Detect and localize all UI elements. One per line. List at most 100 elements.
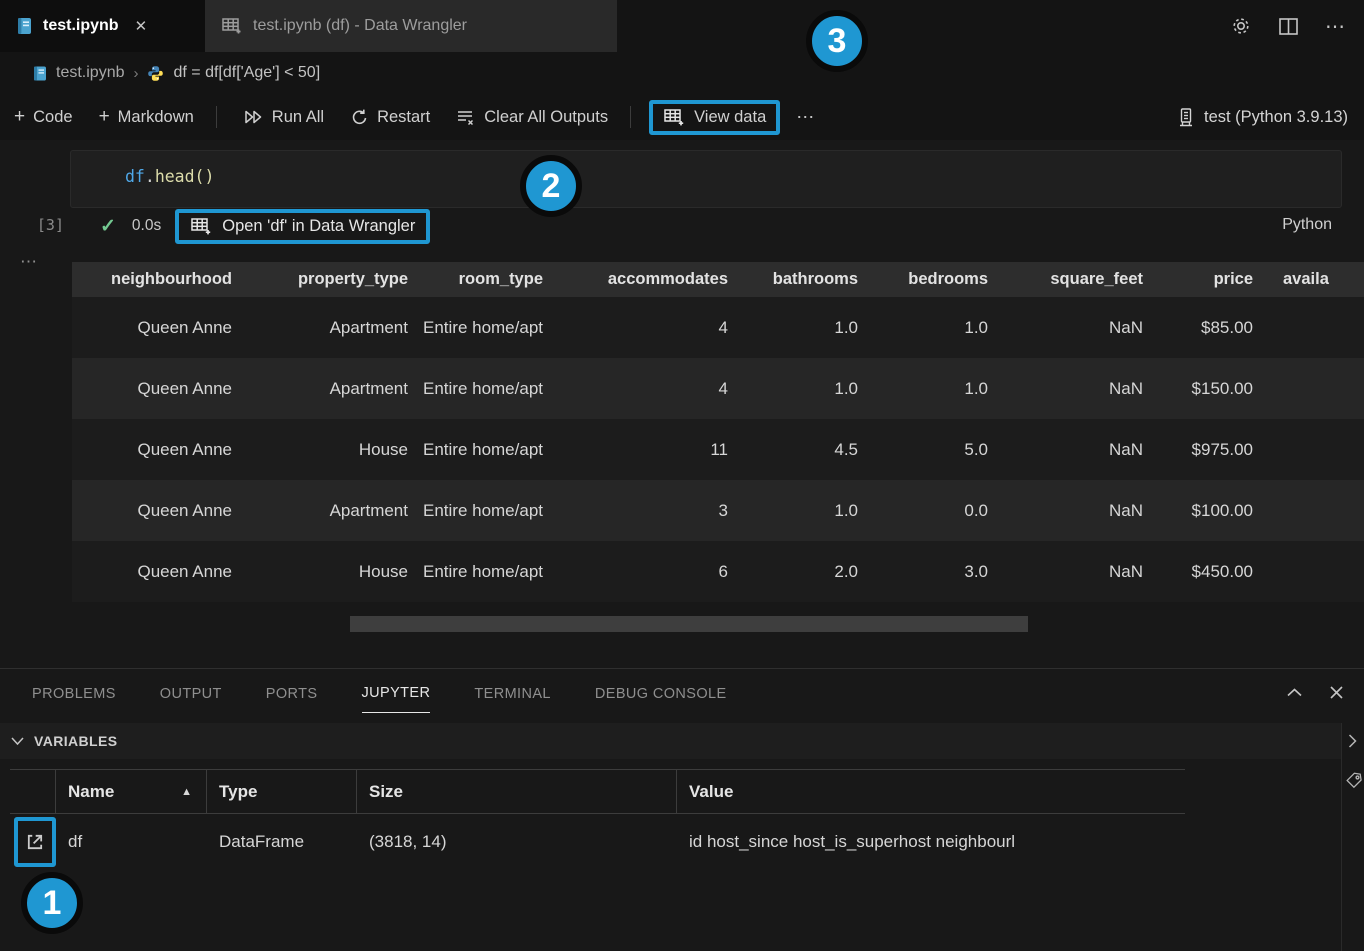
callout-step-3: 3	[806, 10, 868, 72]
split-editor-icon[interactable]	[1278, 17, 1299, 36]
output-table-cell: NaN	[1000, 316, 1155, 339]
add-markdown-label: Markdown	[118, 108, 194, 127]
column-header-type[interactable]: Type	[207, 770, 357, 813]
variable-size: (3818, 14)	[357, 814, 677, 870]
output-table-cell: Entire home/apt	[420, 377, 555, 400]
clear-all-outputs-label: Clear All Outputs	[484, 108, 608, 127]
breadcrumb-cell-code[interactable]: df = df[df['Age'] < 50]	[173, 64, 320, 82]
view-data-button[interactable]: View data	[649, 100, 780, 135]
variable-name: df	[56, 814, 207, 870]
column-header-name[interactable]: Name ▲	[56, 770, 207, 813]
cell-status-bar: ✓ 0.0s Open 'df' in Data Wrangler	[70, 204, 1342, 248]
code-cell[interactable]: df.head()	[70, 150, 1342, 208]
panel-tab-terminal[interactable]: TERMINAL	[474, 673, 551, 713]
data-wrangler-icon	[663, 107, 686, 128]
output-column-header: room_type	[420, 268, 555, 291]
tag-icon[interactable]	[1344, 771, 1364, 791]
restart-icon	[350, 108, 369, 127]
clear-all-outputs-button[interactable]: Clear All Outputs	[456, 108, 608, 127]
variable-value: id host_since host_is_superhost neighbou…	[677, 814, 1185, 870]
restart-label: Restart	[377, 108, 430, 127]
output-table-row: Queen AnneApartmentEntire home/apt31.00.…	[72, 480, 1364, 541]
column-header-value[interactable]: Value	[677, 770, 1185, 813]
chevron-up-icon[interactable]	[1286, 687, 1303, 698]
output-table-cell: 1.0	[870, 377, 1000, 400]
output-table-row: Queen AnneHouseEntire home/apt114.55.0Na…	[72, 419, 1364, 480]
panel-tab-jupyter[interactable]: JUPYTER	[362, 672, 431, 713]
kernel-picker[interactable]: test (Python 3.9.13)	[1177, 94, 1348, 140]
toolbar-separator	[630, 106, 631, 128]
output-table-cell: Apartment	[244, 499, 420, 522]
panel-tab-ports[interactable]: PORTS	[266, 673, 318, 713]
output-table-cell: $450.00	[1155, 560, 1265, 583]
output-table-cell: 1.0	[740, 377, 870, 400]
output-table-cell: Entire home/apt	[420, 499, 555, 522]
variable-row-df[interactable]: df DataFrame (3818, 14) id host_since ho…	[10, 814, 1185, 870]
output-column-header: availa	[1265, 268, 1364, 291]
output-table-cell: 4	[555, 316, 740, 339]
panel-tab-problems[interactable]: PROBLEMS	[32, 673, 116, 713]
code-token-dot: .	[145, 167, 155, 186]
add-code-cell-button[interactable]: + Code	[14, 106, 73, 128]
output-table-cell: Queen Anne	[72, 316, 244, 339]
panel-actions	[1286, 669, 1344, 716]
output-table-cell: $100.00	[1155, 499, 1265, 522]
plus-icon: +	[14, 106, 25, 128]
data-wrangler-icon	[190, 216, 213, 237]
panel-tab-output[interactable]: OUTPUT	[160, 673, 222, 713]
window-actions: ⋯	[1230, 0, 1346, 52]
add-markdown-cell-button[interactable]: + Markdown	[99, 106, 194, 128]
output-table-cell: Apartment	[244, 377, 420, 400]
add-code-label: Code	[33, 108, 72, 127]
success-check-icon: ✓	[100, 215, 116, 238]
more-actions-icon[interactable]: ⋯	[796, 107, 815, 128]
cell-code[interactable]: df.head()	[125, 167, 214, 186]
tab-data-wrangler[interactable]: test.ipynb (df) - Data Wrangler	[205, 0, 617, 52]
cell-language-picker[interactable]: Python	[1282, 216, 1332, 234]
close-icon[interactable]	[1329, 685, 1344, 700]
output-options-icon[interactable]: ⋯	[20, 252, 39, 272]
restart-button[interactable]: Restart	[350, 108, 430, 127]
open-variable-in-data-wrangler-button[interactable]	[14, 817, 56, 867]
notebook-icon	[16, 17, 33, 35]
horizontal-scrollbar[interactable]	[350, 616, 1028, 632]
chevron-right-icon[interactable]	[1347, 733, 1364, 749]
output-table-cell: $975.00	[1155, 438, 1265, 461]
panel-tab-debug-console[interactable]: DEBUG CONSOLE	[595, 673, 727, 713]
output-table-cell: NaN	[1000, 438, 1155, 461]
notebook-editor: [3] df.head() ✓ 0.0s Open 'df' in Data W…	[0, 140, 1364, 668]
toolbar-separator	[216, 106, 217, 128]
execution-time: 0.0s	[132, 217, 161, 235]
breadcrumb-file[interactable]: test.ipynb	[56, 64, 124, 82]
output-table-cell: Apartment	[244, 316, 420, 339]
open-in-new-icon	[24, 831, 46, 853]
output-table-cell: $85.00	[1155, 316, 1265, 339]
run-all-label: Run All	[272, 108, 324, 127]
clear-all-outputs-icon	[456, 108, 476, 127]
variables-header-spacer	[10, 770, 56, 813]
variables-grid-header: Name ▲ Type Size Value	[10, 769, 1185, 814]
column-header-size[interactable]: Size	[357, 770, 677, 813]
output-table-cell: 5.0	[870, 438, 1000, 461]
more-icon[interactable]: ⋯	[1325, 14, 1346, 39]
output-table-cell: 6	[555, 560, 740, 583]
tab-test-ipynb[interactable]: test.ipynb ✕	[0, 0, 205, 52]
panel-side-rail	[1341, 723, 1364, 951]
column-header-type-label: Type	[219, 782, 257, 802]
open-in-data-wrangler-button[interactable]: Open 'df' in Data Wrangler	[175, 209, 430, 244]
output-table-row: Queen AnneHouseEntire home/apt62.03.0NaN…	[72, 541, 1364, 602]
breadcrumb: test.ipynb › df = df[df['Age'] < 50]	[0, 52, 1364, 94]
output-table-cell: Queen Anne	[72, 499, 244, 522]
tab-label: test.ipynb	[43, 17, 119, 35]
output-table-cell: 4.5	[740, 438, 870, 461]
variables-section-header[interactable]: VARIABLES	[0, 723, 1341, 759]
close-icon[interactable]: ✕	[135, 17, 148, 35]
variable-type: DataFrame	[207, 814, 357, 870]
tab-label: test.ipynb (df) - Data Wrangler	[253, 17, 467, 35]
run-all-button[interactable]: Run All	[243, 108, 324, 127]
gear-icon[interactable]	[1230, 15, 1252, 37]
output-table-row: Queen AnneApartmentEntire home/apt41.01.…	[72, 297, 1364, 358]
notebook-icon	[33, 66, 47, 81]
variables-label: VARIABLES	[34, 733, 117, 749]
output-table-cell: 11	[555, 438, 740, 461]
